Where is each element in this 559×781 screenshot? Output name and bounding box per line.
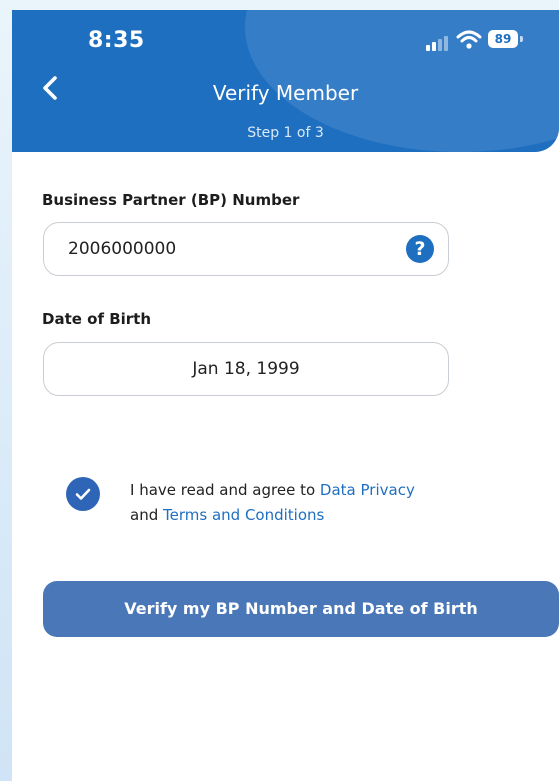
battery-icon: 89 [488,30,518,48]
signal-icon [426,35,450,51]
wifi-icon [456,30,482,49]
bp-number-input[interactable] [44,223,448,275]
bp-number-label: Business Partner (BP) Number [42,191,300,209]
step-indicator: Step 1 of 3 [247,125,324,141]
verify-button[interactable]: Verify my BP Number and Date of Birth [43,581,559,637]
agree-checkbox[interactable] [66,477,100,511]
agreement-and: and [130,506,159,524]
agreement-prefix: I have read and agree to [130,481,316,499]
dob-field [43,342,449,396]
app-screen: 8:35 89 Verify Member Step 1 of 3 Busine… [12,10,559,781]
checkmark-icon [75,488,91,500]
header: 8:35 89 Verify Member Step 1 of 3 [12,10,559,152]
bp-number-field: ? [43,222,449,276]
dob-input[interactable] [44,343,448,395]
status-time: 8:35 [88,28,145,53]
dob-label: Date of Birth [42,310,152,328]
agreement-text: I have read and agree to Data Privacy an… [130,478,415,528]
help-icon[interactable]: ? [406,235,434,263]
data-privacy-link[interactable]: Data Privacy [320,481,415,499]
page-title: Verify Member [212,81,359,105]
agreement-line-1: I have read and agree to Data Privacy [130,478,415,503]
terms-link[interactable]: Terms and Conditions [163,506,324,524]
agreement-line-2: and Terms and Conditions [130,503,415,528]
battery-nub [520,36,523,42]
